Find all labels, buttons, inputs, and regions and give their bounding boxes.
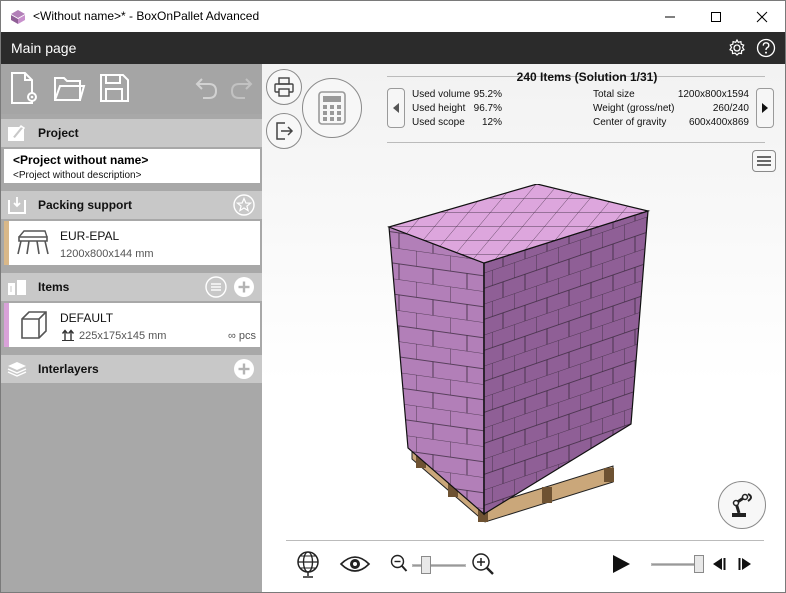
hamburger-menu-icon [757, 156, 771, 166]
items-list-menu-button[interactable] [205, 276, 227, 298]
items-section-header[interactable]: Items [1, 273, 262, 301]
page-title: Main page [11, 40, 77, 56]
interlayers-section-title: Interlayers [38, 362, 99, 376]
view-menu-button[interactable] [752, 150, 776, 172]
step-backward-icon[interactable] [711, 556, 727, 572]
pallet-3d-view[interactable] [382, 184, 662, 529]
chevron-right-icon [762, 103, 768, 113]
visibility-eye-icon[interactable] [339, 555, 371, 573]
interlayers-section-header[interactable]: Interlayers [1, 355, 262, 383]
packing-support-section-header[interactable]: Packing support [1, 191, 262, 219]
project-section-header[interactable]: Project [1, 119, 262, 147]
next-solution-button[interactable] [756, 88, 774, 128]
items-icon [8, 280, 26, 295]
stat-value: 600x400x869 [688, 117, 749, 128]
close-icon [756, 11, 768, 22]
project-icon [8, 124, 26, 141]
packing-support-size: 1200x800x144 mm [60, 248, 154, 260]
title-bar: <Without name>* - BoxOnPallet Advanced [1, 1, 785, 32]
item-name: DEFAULT [60, 311, 114, 325]
item-size: 225x175x145 mm [79, 330, 167, 342]
interlayers-icon [7, 362, 27, 377]
close-button[interactable] [739, 1, 785, 32]
add-item-button[interactable] [233, 276, 255, 298]
packing-support-section-title: Packing support [38, 198, 133, 212]
stat-label: Total size [593, 89, 635, 100]
export-button[interactable] [266, 113, 302, 149]
save-icon[interactable] [97, 70, 131, 106]
globe-view-icon[interactable] [295, 550, 321, 578]
packing-support-color-bar [4, 221, 9, 265]
new-project-icon[interactable] [7, 70, 41, 106]
playback-divider [286, 540, 764, 541]
zoom-slider-thumb[interactable] [420, 556, 431, 574]
box-icon [21, 311, 47, 339]
maximize-icon [711, 11, 721, 22]
stat-label: Used scope [412, 117, 465, 128]
packing-support-card[interactable]: EUR-EPAL 1200x800x144 mm [4, 221, 260, 265]
project-description: <Project without description> [13, 170, 142, 181]
printer-icon [274, 77, 294, 97]
left-panel: Project <Project without name> <Project … [1, 64, 262, 592]
item-color-bar [4, 303, 9, 347]
timeline-slider-thumb[interactable] [694, 555, 704, 573]
zoom-in-icon[interactable] [471, 552, 495, 576]
redo-icon[interactable] [225, 70, 259, 106]
window-title: <Without name>* - BoxOnPallet Advanced [33, 9, 260, 23]
print-button[interactable] [266, 69, 302, 105]
robot-arm-icon [732, 493, 752, 517]
step-forward-icon[interactable] [737, 556, 753, 572]
stat-label: Center of gravity [593, 117, 667, 128]
robot-simulation-button[interactable] [718, 481, 766, 529]
maximize-button[interactable] [693, 1, 739, 32]
stat-value: 95.2% [473, 89, 502, 100]
settings-icon[interactable] [727, 38, 747, 58]
items-section-title: Items [38, 280, 70, 294]
calculator-icon [318, 91, 346, 125]
orientation-arrows-icon [61, 329, 75, 341]
pallet-icon [17, 230, 49, 255]
export-icon [276, 122, 294, 140]
zoom-out-icon[interactable] [390, 554, 408, 574]
undo-icon[interactable] [189, 70, 223, 106]
project-section-title: Project [38, 126, 79, 140]
favorite-star-button[interactable] [233, 194, 255, 216]
stat-value: 1200x800x1594 [677, 89, 749, 100]
stat-value: 96.7% [473, 103, 502, 114]
play-icon[interactable] [611, 554, 631, 574]
minimize-icon [665, 16, 675, 17]
stat-label: Used height [412, 103, 466, 114]
open-folder-icon[interactable] [52, 70, 86, 106]
project-name: <Project without name> [13, 153, 149, 167]
toolbar [1, 64, 262, 114]
app-window: <Without name>* - BoxOnPallet Advanced M… [0, 0, 786, 593]
packing-support-icon [8, 197, 26, 214]
item-quantity: ∞ pcs [227, 330, 256, 342]
stat-value: 12% [481, 117, 502, 128]
item-card[interactable]: DEFAULT 225x175x145 mm ∞ pcs [4, 303, 260, 347]
info-bottom-divider [387, 142, 765, 143]
calculate-button[interactable] [302, 78, 362, 138]
chevron-left-icon [393, 103, 399, 113]
previous-solution-button[interactable] [387, 88, 405, 128]
add-interlayer-button[interactable] [233, 358, 255, 380]
stat-value: 260/240 [712, 103, 749, 114]
solution-title: 240 Items (Solution 1/31) [516, 70, 658, 84]
viewport-area: 240 Items (Solution 1/31) Used volume 95… [262, 64, 785, 592]
project-card[interactable]: <Project without name> <Project without … [4, 149, 260, 183]
app-logo-icon [11, 10, 25, 24]
help-icon[interactable] [756, 38, 776, 58]
main-header: Main page [1, 32, 785, 64]
minimize-button[interactable] [647, 1, 693, 32]
packing-support-name: EUR-EPAL [60, 229, 120, 243]
